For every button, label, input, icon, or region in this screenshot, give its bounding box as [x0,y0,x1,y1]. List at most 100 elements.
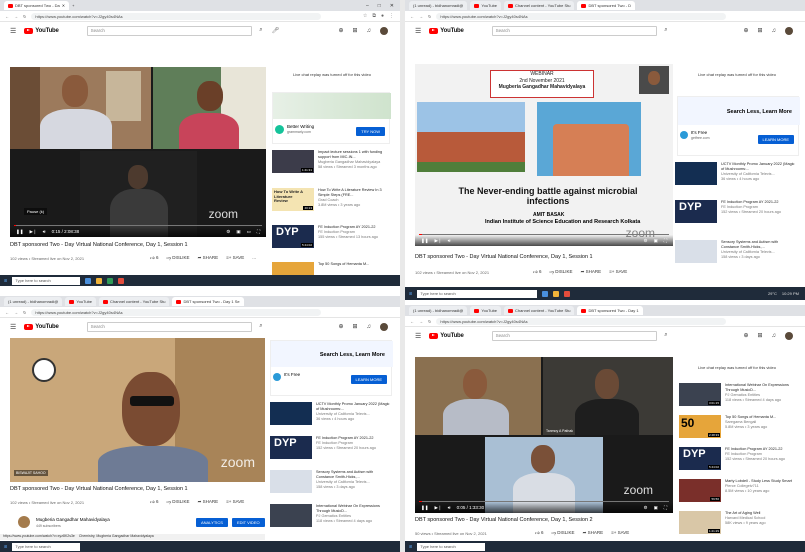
bell-icon[interactable]: ♫ [367,28,372,34]
reload-icon[interactable]: ↻ [23,14,26,19]
analytics-button[interactable]: ANALYTICS [196,518,228,527]
folder-icon[interactable] [553,290,560,297]
dislike-button[interactable]: 👎︎ DISLIKE [549,269,572,275]
app-icon[interactable] [107,277,114,284]
fullscreen-icon[interactable]: ⛶ [257,229,260,235]
forward-icon[interactable]: → [419,14,423,19]
avatar[interactable] [380,322,388,331]
tab[interactable]: (1 unread) - bidhanomradi@ [409,306,468,315]
related-video[interactable]: 1:41:31 Impact lecture sessions 1 with f… [272,150,392,174]
tab[interactable]: YouTube [470,1,502,10]
tab[interactable]: Channel content - YouTube Stu [504,306,575,315]
profile-icon[interactable]: ● [381,13,384,19]
volume-icon[interactable]: 🔊︎ [448,238,451,243]
share-button[interactable]: ➦ SHARE [581,269,602,275]
search-icon[interactable]: ⌕ [664,27,667,34]
theater-icon[interactable]: ▭ [247,229,251,235]
hamburger-icon[interactable]: ☰ [415,332,421,340]
url-field[interactable]: https://www.youtube.com/watch?v=J2gy40s4… [436,317,727,325]
back-icon[interactable]: ← [410,14,414,19]
volume-icon[interactable]: 🔊︎ [43,229,46,234]
related-video[interactable]: How To Write A Literature Review 40:13 Ho… [272,188,392,212]
back-icon[interactable]: ← [5,14,9,19]
extension-icon[interactable]: ⧉ [372,13,376,19]
search-input[interactable]: Search ⌕ [86,321,263,332]
new-tab-icon[interactable]: + [72,3,74,8]
tab-active[interactable]: DBT sponsored Two - Day 1 [577,306,643,315]
hamburger-icon[interactable]: ☰ [10,27,16,35]
like-button[interactable]: 👍︎ 6 [150,499,158,505]
bell-icon[interactable]: ♫ [772,28,777,34]
search-icon[interactable]: ⌕ [259,27,262,34]
apps-icon[interactable]: ⊞ [352,27,357,34]
apps-icon[interactable]: ⊞ [757,27,762,34]
forward-icon[interactable]: → [14,310,18,315]
search-input[interactable]: Search ⌕ [86,25,263,36]
create-icon[interactable]: ⊕ [338,323,343,330]
search-input[interactable]: Search ⌕ [491,25,668,36]
create-icon[interactable]: ⊕ [743,27,748,34]
windows-icon[interactable]: ⊞ [409,544,412,549]
settings-icon[interactable]: ⚙ [226,229,230,235]
create-icon[interactable]: ⊕ [338,27,343,34]
reload-icon[interactable]: ↻ [23,310,26,315]
mic-icon[interactable]: 🎤︎ [272,27,280,34]
taskbar-search[interactable]: Type here to search [12,542,81,551]
tab[interactable]: (1 unread) - bidhanomradi@ [4,297,63,306]
settings-icon[interactable]: ⚙ [644,238,648,244]
youtube-logo[interactable]: YouTube [24,27,59,34]
related-video[interactable]: UCTV Monthly Promo January 2022 (Magic o… [675,162,795,186]
tab-active[interactable]: DBT sponsored Two - D [577,1,636,10]
taskbar-search[interactable]: Type here to search [417,542,486,551]
related-video[interactable]: 59:56 Marty Lobdell - Study Less Study S… [679,479,799,503]
search-input[interactable]: Search ⌕ [491,330,668,341]
share-button[interactable]: ➦ SHARE [583,530,604,536]
share-button[interactable]: ➦ SHARE [198,499,219,505]
create-icon[interactable]: ⊕ [743,332,748,339]
pause-icon[interactable]: ❚❚ [16,229,24,235]
related-video[interactable]: 1:21:29 The Art of Aging Well Harvard Med… [679,511,799,535]
chrome-icon[interactable] [118,277,125,284]
save-button[interactable]: ≡+ SAVE [226,255,244,261]
more-button[interactable]: ... [252,255,256,261]
ad-card[interactable]: Search Less, Learn More It's Free LEARN … [270,340,393,396]
video-player[interactable]: zoom Pause (k) ❚❚ ▶❘ 🔊︎ 0:15 / 2:08:38 ⚙ ▣ ▭ ⛶ [10,67,266,237]
search-icon[interactable]: ⌕ [259,323,262,330]
ad-card[interactable]: Search Less, Learn More It's Free getfre… [677,96,800,156]
video-player[interactable]: Tanmoy A Pathak zoom ❚❚ ▶❘ 🔊︎ 0:05 / 1:33:3… [415,357,673,513]
star-icon[interactable]: ☆ [363,13,367,19]
learn-more-button[interactable]: LEARN MORE [757,135,794,144]
related-video[interactable]: DYP 5:44:02 FE Induction Program AY 2021-… [679,447,799,471]
next-icon[interactable]: ▶❘ [435,505,442,511]
forward-icon[interactable]: → [419,319,423,324]
next-icon[interactable]: ▶❘ [435,238,442,244]
windows-icon[interactable]: ⊞ [409,291,412,296]
pause-icon[interactable]: ❚❚ [421,505,429,511]
dislike-button[interactable]: 👎︎ DISLIKE [166,255,189,261]
youtube-logo[interactable]: YouTube [429,27,464,34]
video-player[interactable]: WEBINAR 2nd November 2021 Mugberia Ganga… [415,64,673,246]
folder-icon[interactable] [96,277,103,284]
bell-icon[interactable]: ♫ [772,333,777,339]
tab[interactable]: YouTube [65,297,97,306]
pause-icon[interactable]: ❚❚ [421,238,429,244]
settings-icon[interactable]: ⚙ [644,505,648,511]
hamburger-icon[interactable]: ☰ [10,323,16,331]
like-button[interactable]: 👍︎ 6 [535,530,543,536]
channel-avatar[interactable] [18,516,30,528]
tab[interactable]: Channel content - YouTube Stu [99,297,170,306]
tab[interactable]: YouTube [470,306,502,315]
maximize-icon[interactable]: □ [378,3,381,9]
related-video[interactable]: UCTV Monthly Promo January 2022 (Magic o… [270,402,390,426]
back-icon[interactable]: ← [5,310,9,315]
menu-icon[interactable]: ⋮ [389,13,394,19]
related-video[interactable]: Sensory Systems and Autism with Constanc… [270,470,390,494]
bell-icon[interactable]: ♫ [367,324,372,330]
like-button[interactable]: 👍︎ 6 [533,269,541,275]
tab-active[interactable]: DBT sponsored Two - Day 1 Se [172,297,244,306]
url-field[interactable]: https://www.youtube.com/watch?v=J2gy40s4… [31,308,322,316]
tab-active[interactable]: DBT sponsored Two - Da ✕ [4,1,70,10]
related-video[interactable]: 50 2:48:33 Top 50 Songs of Hemanta M... Sa… [679,415,799,439]
taskbar-search[interactable]: Type here to search [12,276,81,285]
app-icon[interactable] [85,277,92,284]
